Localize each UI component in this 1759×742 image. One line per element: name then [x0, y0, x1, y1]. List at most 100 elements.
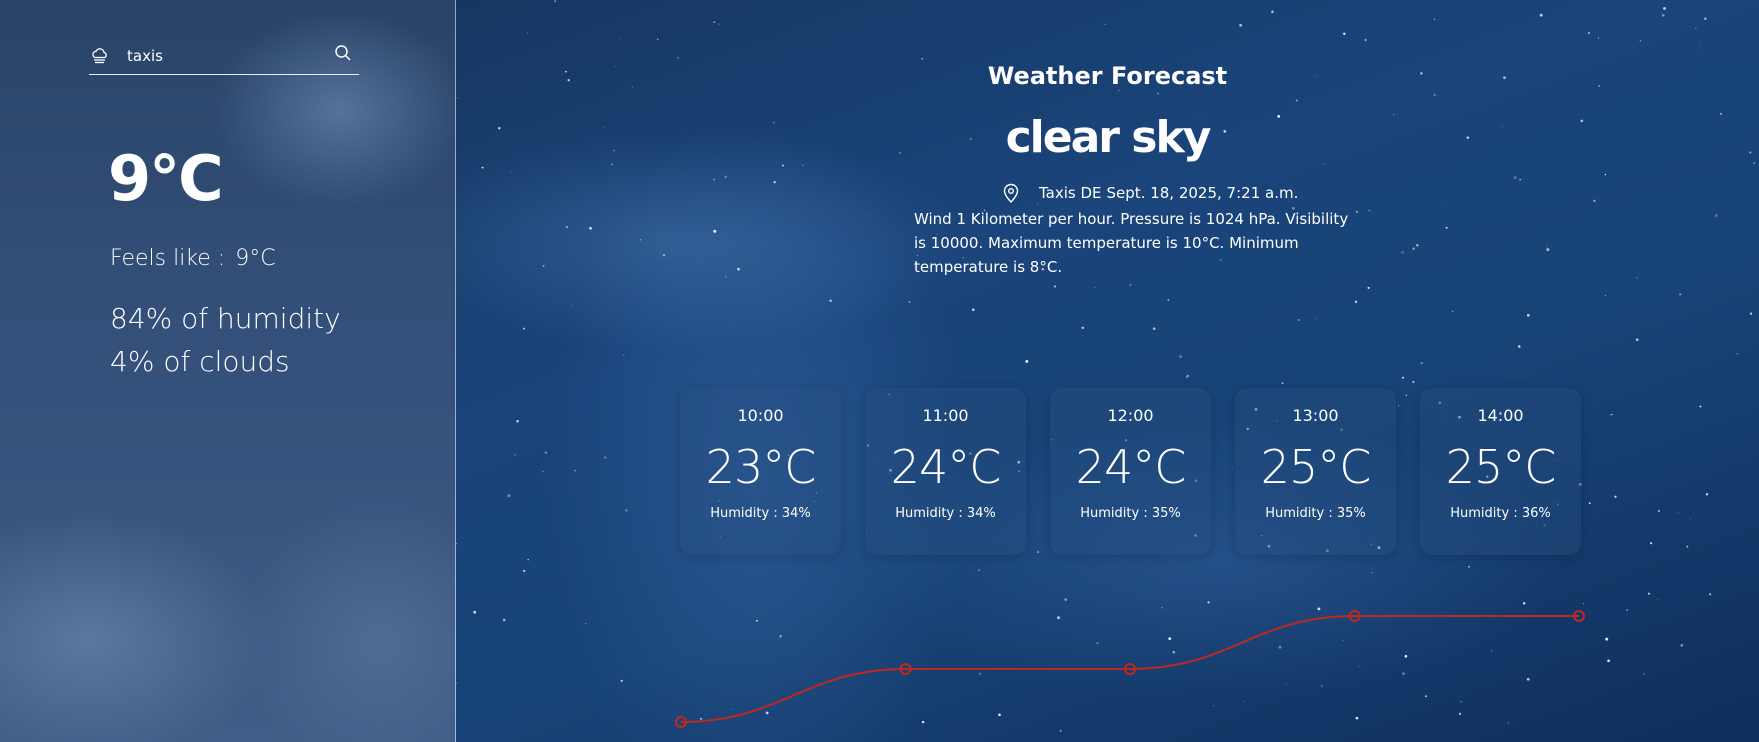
star: [656, 38, 659, 41]
star: [1593, 199, 1596, 202]
star: [1643, 673, 1646, 675]
star: [1179, 355, 1183, 359]
star: [978, 672, 982, 676]
hour-time: 13:00: [1292, 406, 1339, 425]
star: [1513, 176, 1517, 180]
star: [1323, 163, 1325, 165]
star: [1588, 502, 1591, 505]
hour-time: 12:00: [1107, 406, 1154, 425]
star: [1736, 353, 1738, 355]
star: [1626, 609, 1628, 611]
star: [1157, 92, 1159, 95]
star: [1371, 571, 1374, 574]
hour-humidity: Humidity : 36%: [1450, 506, 1551, 521]
star: [1358, 665, 1360, 667]
star: [1749, 312, 1753, 315]
star: [1686, 545, 1689, 548]
star: [713, 21, 716, 23]
star: [1657, 598, 1659, 600]
hour-card: 10:00 23°C Humidity : 34%: [680, 388, 841, 555]
star: [1416, 244, 1419, 247]
search-icon: [335, 45, 351, 61]
star: [1168, 637, 1172, 640]
feels-like: Feels like : 9°C: [110, 246, 276, 271]
star: [1657, 509, 1660, 512]
star: [781, 164, 784, 167]
star: [1405, 651, 1407, 652]
star: [921, 58, 923, 60]
star: [1607, 659, 1610, 663]
star: [523, 569, 526, 573]
star: [1297, 318, 1300, 321]
star: [1679, 293, 1682, 296]
star: [1605, 637, 1609, 641]
hour-time: 11:00: [922, 406, 969, 425]
hour-humidity: Humidity : 35%: [1265, 506, 1366, 521]
star: [514, 454, 516, 456]
star: [662, 254, 666, 257]
main-panel: Weather Forecast clear sky Taxis DE Sept…: [456, 0, 1759, 742]
star: [585, 622, 587, 625]
star: [1546, 246, 1548, 247]
search-input[interactable]: [127, 47, 331, 65]
hour-card: 13:00 25°C Humidity : 35%: [1235, 388, 1396, 555]
star: [542, 265, 545, 267]
star: [1709, 593, 1712, 596]
star: [1704, 17, 1707, 20]
star: [1695, 28, 1697, 30]
feels-like-value: 9°C: [235, 246, 276, 271]
location-datetime: Sept. 18, 2025, 7:21 a.m.: [1106, 184, 1299, 202]
star: [456, 682, 457, 684]
page-title: Weather Forecast: [987, 62, 1228, 90]
star: [527, 32, 529, 34]
star: [1705, 493, 1709, 496]
hour-temperature: 25°C: [1260, 440, 1372, 494]
location-name: Taxis DE: [1039, 184, 1102, 202]
star: [1096, 642, 1099, 645]
star: [474, 415, 476, 416]
star: [677, 57, 679, 59]
star: [1343, 32, 1346, 35]
hour-temperature: 24°C: [1075, 440, 1187, 494]
star: [1604, 294, 1607, 297]
star: [1519, 178, 1521, 181]
current-clouds: 4% of clouds: [110, 345, 290, 378]
star: [1368, 209, 1371, 212]
star: [625, 509, 628, 512]
star: [725, 276, 727, 278]
star: [1355, 210, 1358, 213]
star: [1118, 90, 1120, 92]
star: [1213, 705, 1215, 707]
hour-card: 12:00 24°C Humidity : 35%: [1050, 388, 1211, 555]
star: [510, 171, 512, 173]
star: [1491, 650, 1492, 652]
star: [1172, 650, 1176, 654]
star: [1517, 345, 1521, 348]
star: [1057, 616, 1060, 620]
star: [756, 619, 758, 622]
star: [1635, 338, 1639, 342]
star: [1412, 380, 1415, 383]
star: [574, 469, 576, 472]
star: [492, 623, 494, 625]
star: [1364, 38, 1367, 42]
search-button[interactable]: [331, 41, 355, 65]
star: [1025, 359, 1029, 363]
star: [1445, 226, 1448, 229]
star: [1639, 39, 1642, 42]
star: [1401, 376, 1405, 379]
star: [1460, 700, 1462, 703]
star: [1680, 643, 1684, 647]
cloud-icon: [90, 46, 110, 66]
star: [1650, 542, 1653, 545]
star: [1281, 382, 1284, 385]
star: [1699, 405, 1702, 408]
star: [1104, 23, 1106, 25]
star: [473, 610, 477, 614]
star: [507, 494, 511, 498]
star: [1059, 730, 1062, 732]
star: [700, 717, 703, 720]
star: [765, 711, 769, 715]
star: [1636, 276, 1638, 279]
star: [481, 166, 484, 169]
